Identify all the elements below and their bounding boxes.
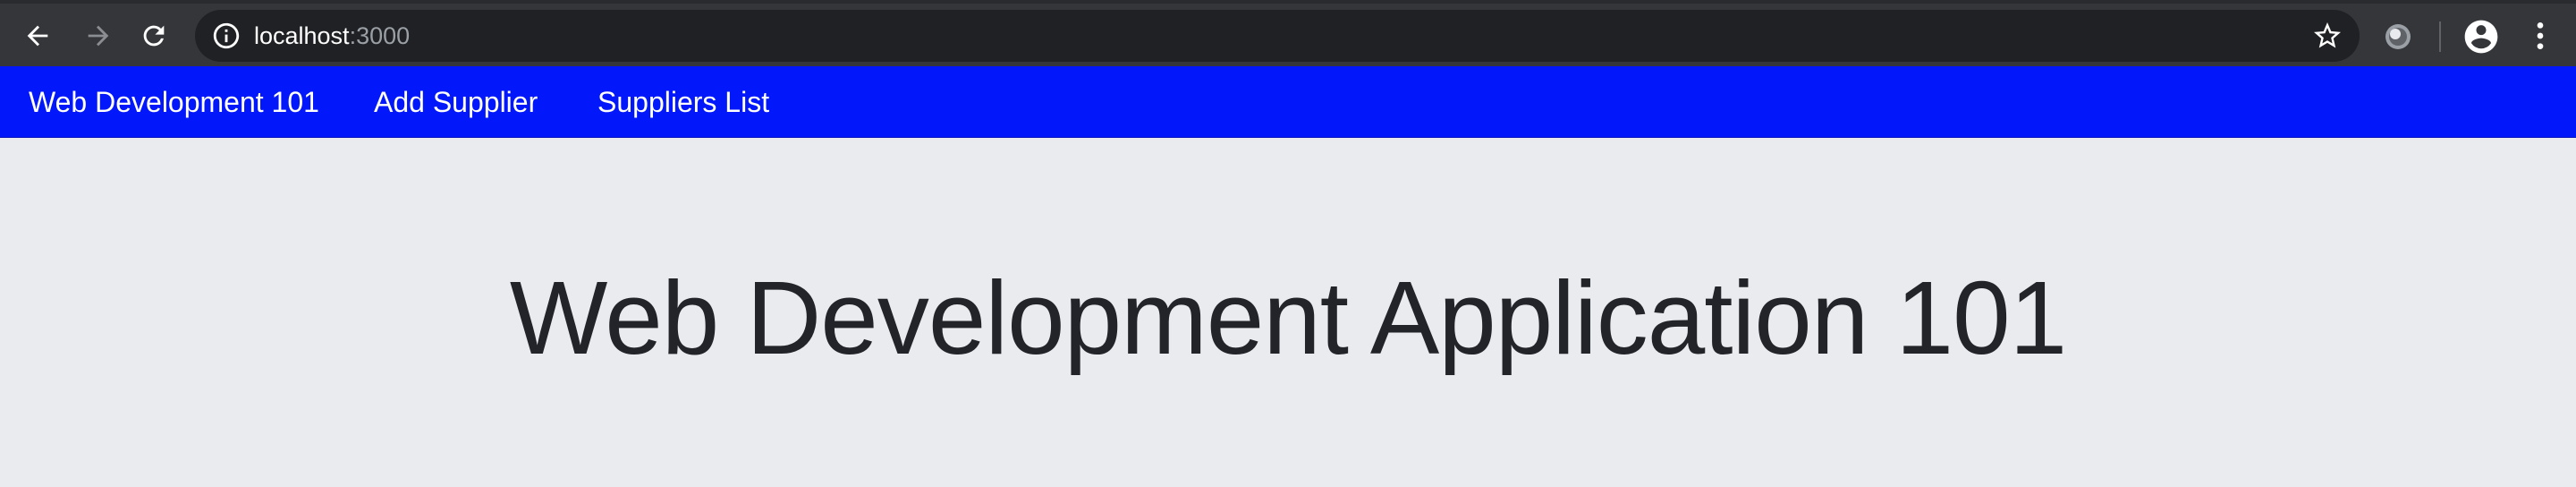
- arrow-right-icon: [88, 25, 109, 47]
- address-bar[interactable]: localhost:3000: [195, 10, 2360, 62]
- reload-icon: [143, 25, 165, 47]
- app-navbar: Web Development 101 Add Supplier Supplie…: [0, 66, 2576, 138]
- more-vert-icon[interactable]: [2522, 18, 2558, 54]
- star-icon[interactable]: [2311, 20, 2343, 52]
- forward-button[interactable]: [79, 16, 118, 56]
- info-icon[interactable]: [211, 21, 242, 51]
- page-title: Web Development Application 101: [509, 260, 2067, 376]
- extension-icon[interactable]: [2383, 21, 2413, 52]
- nav-link-add-supplier[interactable]: Add Supplier: [374, 86, 538, 118]
- toolbar-divider: [2439, 21, 2441, 52]
- arrow-left-icon: [27, 25, 48, 47]
- navbar-brand[interactable]: Web Development 101: [29, 86, 319, 118]
- url-host: localhost: [254, 22, 350, 49]
- reload-button[interactable]: [134, 16, 174, 56]
- account-circle-icon[interactable]: [2462, 17, 2501, 56]
- browser-toolbar: localhost:3000: [0, 0, 2576, 66]
- url-port: :3000: [349, 22, 411, 49]
- main-content: Web Development Application 101: [0, 138, 2576, 487]
- back-button[interactable]: [18, 16, 57, 56]
- nav-link-suppliers-list[interactable]: Suppliers List: [597, 86, 769, 118]
- url-text[interactable]: localhost:3000: [254, 21, 410, 51]
